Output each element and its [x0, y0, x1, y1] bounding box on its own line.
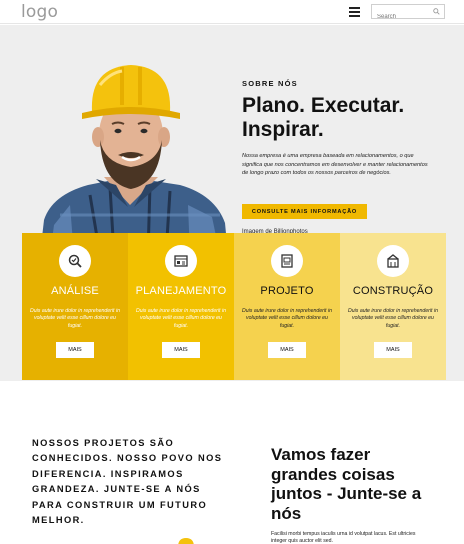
- hero-headline: Plano. Executar. Inspirar.: [242, 94, 405, 141]
- service-more-button[interactable]: MAIS: [374, 342, 412, 358]
- service-more-button[interactable]: MAIS: [56, 342, 94, 358]
- section-eyebrow: SOBRE NÓS: [242, 79, 298, 88]
- blueprint-icon: [271, 245, 303, 277]
- about-section: NOSSOS PROJETOS SÃO CONHECIDOS. NOSSO PO…: [0, 381, 464, 544]
- join-us-heading: Vamos fazer grandes coisas juntos - Junt…: [271, 445, 422, 523]
- join-us-text: Facilisi morbi tempus iaculis urna id vo…: [271, 531, 416, 544]
- hard-hat-icon: [178, 538, 194, 544]
- service-card-construction: CONSTRUÇÃO Duis aute irure dolor in repr…: [340, 233, 446, 380]
- service-more-button[interactable]: MAIS: [162, 342, 200, 358]
- search-icon[interactable]: [433, 8, 440, 15]
- service-title: ANÁLISE: [51, 285, 99, 297]
- service-description: Duis aute irure dolor in reprehenderit i…: [242, 308, 332, 329]
- service-description: Duis aute irure dolor in reprehenderit i…: [348, 308, 438, 329]
- service-description: Duis aute irure dolor in reprehenderit i…: [30, 308, 120, 329]
- hamburger-menu-icon[interactable]: [349, 7, 360, 17]
- mission-statement: NOSSOS PROJETOS SÃO CONHECIDOS. NOSSO PO…: [32, 438, 223, 526]
- services-row: ANÁLISE Duis aute irure dolor in reprehe…: [22, 233, 446, 380]
- construction-worker-photo: [40, 65, 228, 255]
- learn-more-button[interactable]: CONSULTE MAIS INFORMAÇÃO: [242, 204, 367, 219]
- service-title: PROJETO: [260, 285, 314, 297]
- site-header: logo: [0, 0, 464, 24]
- analysis-icon: [59, 245, 91, 277]
- planning-icon: [165, 245, 197, 277]
- hero-intro-text: Nossa empresa é uma empresa baseada em r…: [242, 153, 428, 177]
- service-more-button[interactable]: MAIS: [268, 342, 306, 358]
- service-card-analysis: ANÁLISE Duis aute irure dolor in reprehe…: [22, 233, 128, 380]
- search-input[interactable]: [372, 10, 430, 24]
- service-card-project: PROJETO Duis aute irure dolor in reprehe…: [234, 233, 340, 380]
- service-title: CONSTRUÇÃO: [352, 285, 434, 297]
- construction-icon: [377, 245, 409, 277]
- service-card-planning: PLANEJAMENTO Duis aute irure dolor in re…: [128, 233, 234, 380]
- search-box: [371, 4, 445, 24]
- logo[interactable]: logo: [21, 2, 58, 22]
- service-description: Duis aute irure dolor in reprehenderit i…: [136, 308, 226, 329]
- service-title: PLANEJAMENTO: [135, 285, 227, 297]
